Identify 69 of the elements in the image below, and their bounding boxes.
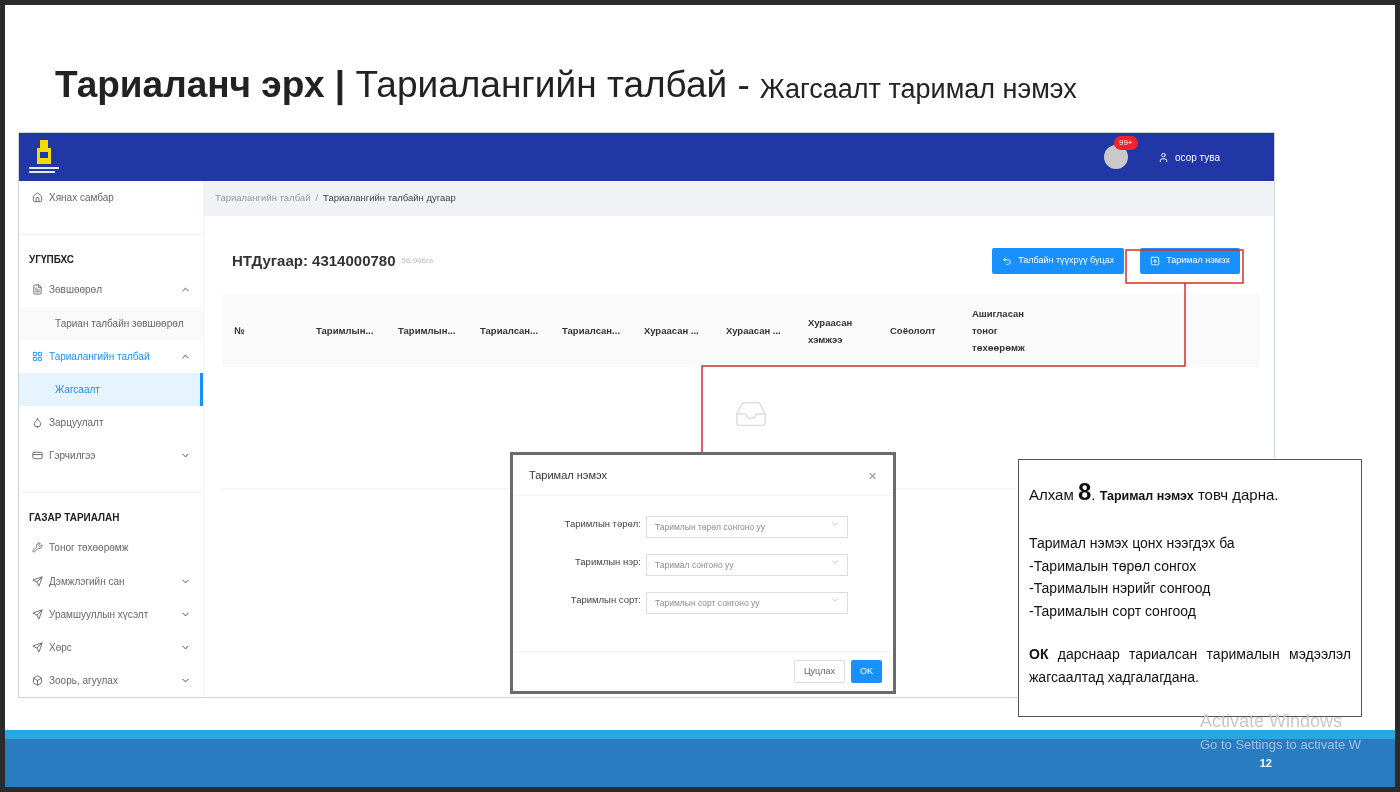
select-field[interactable]: Таримлын сорт сонгоно уу	[646, 592, 848, 614]
plus-square-icon	[1150, 256, 1161, 266]
field-label: Таримлын нэр:	[573, 554, 642, 569]
column-header: Тариалсан...	[561, 324, 622, 338]
notification-badge: 99+	[1113, 136, 1138, 150]
avatar[interactable]	[1103, 145, 1128, 169]
column-header: №	[233, 324, 246, 338]
instruction-line: -Тарималын сорт сонгоод	[1029, 601, 1197, 621]
grid-icon	[32, 350, 43, 362]
select-field[interactable]: Таримлын төрөл сонгоно уу	[646, 516, 848, 538]
area-text: 56.946га	[401, 255, 434, 267]
column-header: Таримлын...	[315, 324, 375, 338]
column-header: Хураасан ...	[725, 324, 782, 338]
column-header: Таримлын...	[397, 324, 457, 338]
activation-notice-text: Go to Settings to activate W	[1200, 736, 1362, 754]
field-label: Таримлын төрөл:	[563, 516, 642, 531]
sidebar-item[interactable]: Зарцуулалт	[19, 405, 203, 439]
card-icon	[32, 450, 43, 462]
activation-notice-title: Activate Windows	[1200, 710, 1344, 733]
instruction-line: Таримал нэмэх цонх нээгдэх ба	[1029, 534, 1236, 553]
home-icon	[32, 192, 43, 204]
document-icon	[32, 284, 43, 296]
user-name[interactable]: осор тува	[1174, 149, 1220, 165]
column-header: Хураасан хэмжээ	[807, 315, 854, 347]
sidebar-subitem[interactable]: Тариан талбайн зөвшөөрөл	[19, 306, 203, 340]
sidebar-item[interactable]: Тоног төхөөрөмж	[19, 531, 203, 565]
sidebar-item[interactable]: Хөрс	[19, 630, 203, 664]
sidebar-section-title: УГҮПБХС	[29, 252, 75, 267]
sidebar-item[interactable]: Зоорь, агуулах	[19, 663, 203, 698]
send-icon	[32, 575, 43, 587]
field-label: Таримлын сорт:	[569, 592, 642, 607]
chevron-down-icon	[830, 557, 840, 567]
chevron-down-icon	[830, 519, 840, 529]
return-icon	[1002, 256, 1013, 266]
sidebar-item[interactable]: Хянах самбар	[19, 181, 203, 215]
emblem-logo-icon	[27, 138, 61, 176]
column-header: Соёололт	[889, 324, 937, 338]
sidebar-item[interactable]: Зөвшөөрөл	[19, 273, 203, 307]
sidebar-item[interactable]: Тариалангийн талбай	[19, 339, 203, 373]
sidebar-item[interactable]: Гэрчилгээ	[19, 439, 203, 473]
wrench-icon	[32, 542, 43, 554]
send-icon	[32, 608, 43, 620]
sidebar-item[interactable]: Дэмжлэгийн сан	[19, 564, 203, 598]
sidebar-item[interactable]: Урамшууллын хүсэлт	[19, 597, 203, 631]
column-header: Тариалсан...	[479, 324, 540, 338]
column-header: Ашигласан тоног төхөөрөмж	[971, 307, 1026, 355]
sidebar-section-title: ГАЗАР ТАРИАЛАН	[29, 510, 120, 525]
add-button[interactable]: Таримал нэмэх	[1140, 248, 1240, 274]
chevron-down-icon	[830, 595, 840, 605]
select-field[interactable]: Таримал сонгоно уу	[646, 554, 848, 576]
back-button[interactable]: Талбайн түүхрүү буцах	[992, 248, 1125, 274]
breadcrumb-separator: /	[315, 191, 319, 206]
step-heading: Алхам 8. Таримал нэмэх товч дарна.	[1029, 477, 1280, 507]
cancel-button[interactable]: Цуцлах	[793, 660, 845, 683]
page-number: 12	[1259, 755, 1272, 771]
box-icon	[32, 674, 43, 686]
user-icon	[1157, 151, 1169, 163]
breadcrumb-item: Тариалангийн талбайн дугаар	[323, 191, 456, 206]
dialog-title: Таримал нэмэх	[529, 467, 608, 483]
drop-icon	[32, 416, 43, 428]
ok-button[interactable]: OK	[851, 660, 882, 683]
instruction-line: -Тарималын нэрийг сонгоод	[1029, 579, 1212, 598]
slide-subtitle: Жагсаалт таримал нэмэх	[759, 72, 1077, 106]
column-header: Хураасан ...	[643, 324, 700, 338]
instruction-note: ОК дарснаар тариалсан тарималын мэдээлэл жагсаалтад хадгалагдана.	[1029, 645, 1351, 687]
send-icon	[32, 641, 43, 653]
slide-title: Тариаланч эрх | Тариалангийн талбай -	[55, 62, 750, 108]
record-title: НТДугаар: 4314000780	[232, 250, 396, 271]
instruction-line: -Тарималын төрөл сонгох	[1029, 556, 1198, 576]
